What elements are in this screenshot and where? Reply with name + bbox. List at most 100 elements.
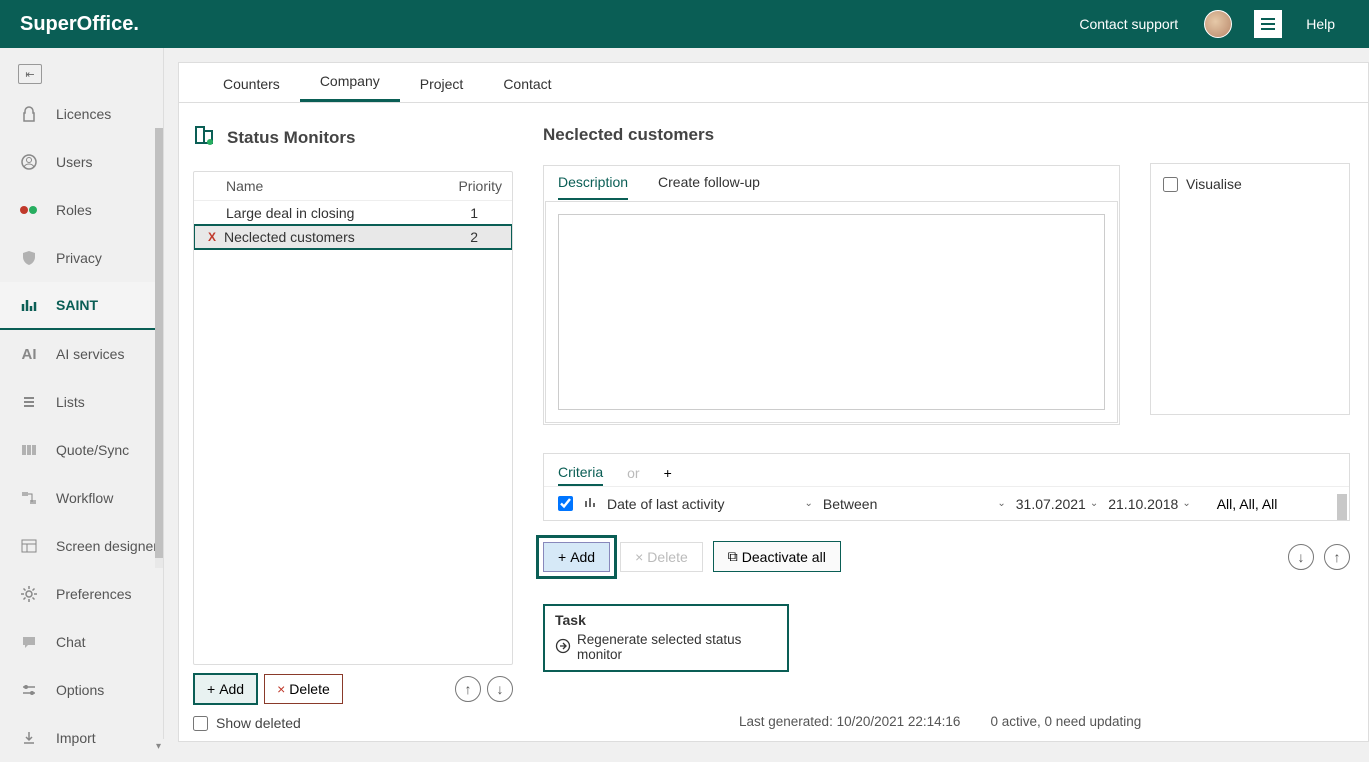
import-icon <box>18 727 40 749</box>
plus-icon: + <box>207 681 215 697</box>
hamburger-icon <box>1259 15 1277 33</box>
criteria-row-checkbox[interactable] <box>558 496 573 511</box>
scroll-up-button[interactable]: ↑ <box>1324 544 1350 570</box>
chevron-down-icon: ⌄ <box>805 498 813 509</box>
delete-criteria-button[interactable]: × Delete <box>620 542 703 572</box>
nav-chat[interactable]: Chat <box>0 618 163 666</box>
description-textarea[interactable] <box>558 214 1105 410</box>
chart-icon <box>18 294 40 316</box>
criteria-scrollbar[interactable] <box>1337 494 1347 520</box>
user-avatar[interactable] <box>1204 10 1232 38</box>
copy-icon: ⧉ <box>728 548 738 565</box>
ai-icon: AI <box>18 343 40 365</box>
row-priority: 2 <box>470 229 502 245</box>
contact-support-link[interactable]: Contact support <box>1079 16 1178 32</box>
nav-import[interactable]: Import ▾ <box>0 714 163 762</box>
criteria-date1-select[interactable]: 31.07.2021⌄ <box>1016 496 1098 512</box>
nav-saint[interactable]: SAINT <box>0 282 163 330</box>
name-header[interactable]: Name <box>204 178 458 194</box>
criteria-or-label: or <box>627 461 639 485</box>
tab-create-followup[interactable]: Create follow-up <box>658 166 760 200</box>
show-deleted-label: Show deleted <box>216 715 301 731</box>
deactivate-all-button[interactable]: ⧉ Deactivate all <box>713 541 841 572</box>
help-link[interactable]: Help <box>1306 16 1335 32</box>
nav-label: Licences <box>56 106 111 122</box>
move-down-button[interactable]: ↓ <box>487 676 513 702</box>
status-monitors-column: Status Monitors Name Priority Large deal… <box>193 123 513 731</box>
top-bar: SuperOffice. Contact support Help <box>0 0 1369 48</box>
footer-info: Last generated: 10/20/2021 22:14:16 0 ac… <box>739 714 1141 729</box>
table-header: Name Priority <box>194 172 512 201</box>
error-icon: X <box>208 230 216 244</box>
nav-label: Preferences <box>56 586 131 602</box>
move-up-button[interactable]: ↑ <box>455 676 481 702</box>
app-menu-button[interactable] <box>1254 10 1282 38</box>
sliders-icon <box>18 679 40 701</box>
tab-company[interactable]: Company <box>300 63 400 102</box>
criteria-operator-select[interactable]: Between⌄ <box>823 496 1006 512</box>
add-criteria-button[interactable]: +Add <box>543 542 610 572</box>
criteria-field-select[interactable]: Date of last activity⌄ <box>607 496 813 512</box>
criteria-panel: Criteria or + Date of last activity⌄ <box>543 453 1350 521</box>
delete-monitor-button[interactable]: ×Delete <box>264 674 343 704</box>
priority-header[interactable]: Priority <box>458 178 502 194</box>
column-icon <box>583 495 597 512</box>
lock-icon <box>18 103 40 125</box>
criteria-date2-select[interactable]: 21.10.2018⌄ <box>1108 496 1190 512</box>
nav-label: Screen designer <box>56 538 158 554</box>
regenerate-link[interactable]: Regenerate selected status monitor <box>555 632 777 662</box>
show-deleted-row: Show deleted <box>193 715 513 731</box>
nav-workflow[interactable]: Workflow <box>0 474 163 522</box>
show-deleted-checkbox[interactable] <box>193 716 208 731</box>
x-icon: × <box>635 549 643 565</box>
nav-label: Lists <box>56 394 85 410</box>
criteria-actions: +Add × Delete ⧉ Deactivate all ↓ ↑ <box>543 525 1350 578</box>
update-status: 0 active, 0 need updating <box>990 714 1141 729</box>
list-icon <box>18 391 40 413</box>
nav-users[interactable]: Users <box>0 138 163 186</box>
task-panel: Task Regenerate selected status monitor <box>543 604 789 672</box>
nav-ai-services[interactable]: AI AI services <box>0 330 163 378</box>
shield-icon <box>18 247 40 269</box>
table-row[interactable]: Large deal in closing 1 <box>194 201 512 225</box>
nav-lists[interactable]: Lists <box>0 378 163 426</box>
barcode-icon <box>18 439 40 461</box>
tab-counters[interactable]: Counters <box>203 66 300 102</box>
nav-preferences[interactable]: Preferences <box>0 570 163 618</box>
tab-description[interactable]: Description <box>558 166 628 200</box>
sidebar-scrollbar-thumb[interactable] <box>155 128 163 558</box>
nav-label: SAINT <box>56 297 98 313</box>
nav-quote-sync[interactable]: Quote/Sync <box>0 426 163 474</box>
scroll-down-button[interactable]: ↓ <box>1288 544 1314 570</box>
gear-icon <box>18 583 40 605</box>
criteria-summary: All, All, All <box>1217 496 1278 512</box>
tab-contact[interactable]: Contact <box>483 66 571 102</box>
tab-project[interactable]: Project <box>400 66 484 102</box>
collapse-sidebar-button[interactable]: ⇤ <box>18 64 42 84</box>
criteria-row: Date of last activity⌄ Between⌄ 31.07.20… <box>544 486 1349 520</box>
x-icon: × <box>277 681 285 697</box>
nav-label: Users <box>56 154 93 170</box>
building-icon <box>193 123 217 153</box>
criteria-tab[interactable]: Criteria <box>558 460 603 486</box>
nav-label: AI services <box>56 346 124 362</box>
left-sidebar: ⇤ Licences Users Roles Privacy SAINT AI … <box>0 48 164 739</box>
add-criteria-group-button[interactable]: + <box>664 461 672 485</box>
nav-screen-designer[interactable]: Screen designer <box>0 522 163 570</box>
company-panel: Status Monitors Name Priority Large deal… <box>178 102 1369 742</box>
arrow-circle-icon <box>555 638 571 657</box>
nav-roles[interactable]: Roles <box>0 186 163 234</box>
nav-licences[interactable]: Licences <box>0 90 163 138</box>
nav-options[interactable]: Options <box>0 666 163 714</box>
nav-privacy[interactable]: Privacy <box>0 234 163 282</box>
visualise-checkbox[interactable] <box>1163 177 1178 192</box>
sidebar-scrollbar[interactable] <box>155 128 163 568</box>
detail-title: Neclected customers <box>543 125 1120 145</box>
nav-label: Privacy <box>56 250 102 266</box>
nav-label: Options <box>56 682 104 698</box>
status-monitors-title: Status Monitors <box>227 128 355 148</box>
visualise-panel: Visualise <box>1150 163 1350 415</box>
table-row[interactable]: XNeclected customers 2 <box>194 225 512 249</box>
add-monitor-button[interactable]: +Add <box>193 673 258 705</box>
monitor-actions: +Add ×Delete ↑ ↓ <box>193 673 513 705</box>
